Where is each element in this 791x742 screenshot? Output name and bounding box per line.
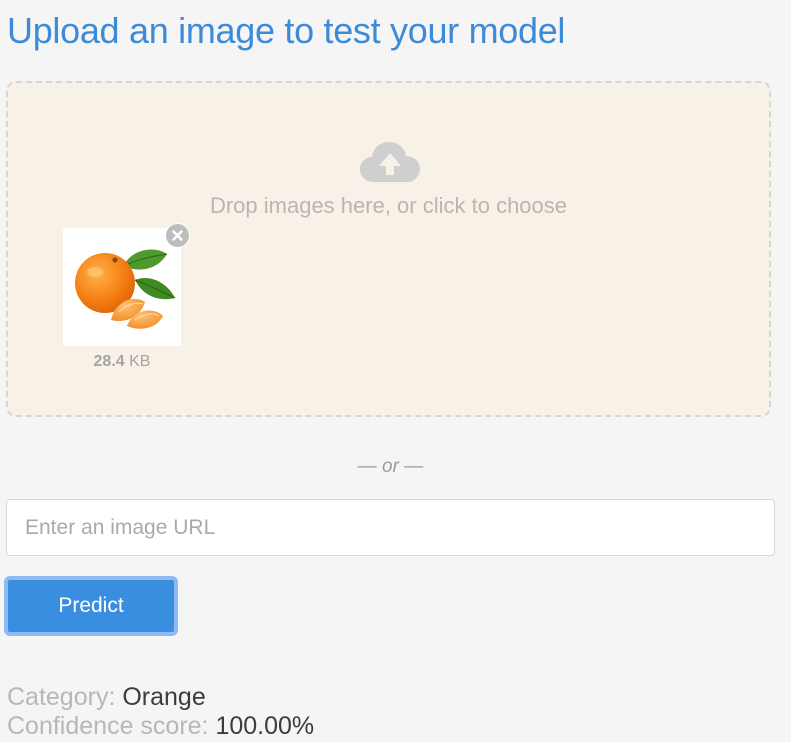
page-title: Upload an image to test your model xyxy=(7,10,566,51)
predict-button[interactable]: Predict xyxy=(4,576,178,636)
category-label: Category: xyxy=(7,683,116,711)
file-size-value: 28.4 xyxy=(93,353,125,370)
file-size-unit: KB xyxy=(129,353,151,370)
category-value: Orange xyxy=(122,683,206,711)
orange-image xyxy=(75,249,176,329)
confidence-label: Confidence score: xyxy=(7,712,209,740)
dropzone-message: Drop images here, or click to choose xyxy=(209,193,568,218)
confidence-result: Confidence score: 100.00% xyxy=(7,712,314,740)
confidence-value: 100.00% xyxy=(215,712,315,740)
remove-file-button[interactable] xyxy=(165,223,190,248)
close-circle-icon xyxy=(172,230,183,241)
category-result: Category: Orange xyxy=(7,683,206,711)
uploaded-image-thumbnail xyxy=(63,228,181,346)
cloud-upload-icon xyxy=(360,142,420,182)
or-separator: — or — xyxy=(357,456,424,477)
file-size: 28.4 KB xyxy=(63,353,181,371)
image-dropzone[interactable]: Drop images here, or click to choose 28.… xyxy=(6,81,771,417)
image-url-input[interactable] xyxy=(6,499,775,556)
